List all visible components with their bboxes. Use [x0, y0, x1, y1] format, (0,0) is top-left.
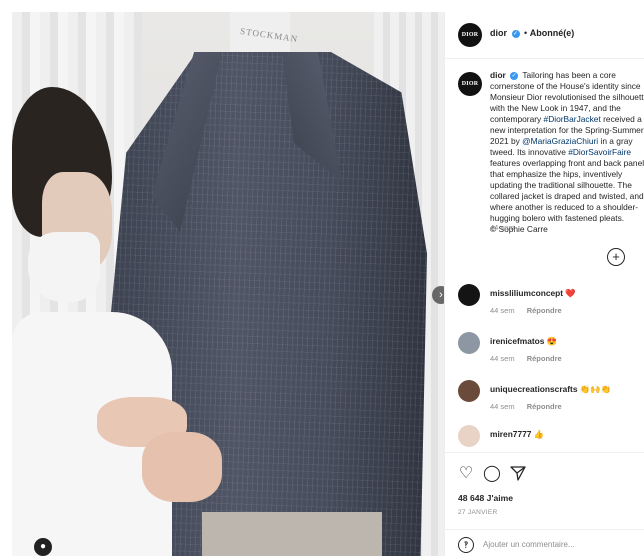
comment-line: missliliumconcept ❤️	[490, 288, 576, 299]
list-item: uniquecreationscrafts 👏🙌👏 44 sem Répondr…	[458, 380, 644, 420]
comment-username[interactable]: miren7777	[490, 429, 531, 439]
heart-icon[interactable]: ♡	[457, 465, 475, 483]
caption-username[interactable]: dior	[490, 70, 506, 80]
comment-username[interactable]: irenicefmatos	[490, 336, 544, 346]
comment-line: irenicefmatos 😍	[490, 336, 557, 347]
hashtag-link[interactable]: #DiorBarJacket	[544, 114, 601, 124]
post-date: 27 JANVIER	[458, 509, 498, 516]
comment-icon[interactable]: ◯	[483, 465, 501, 483]
avatar[interactable]	[458, 284, 480, 306]
comment-meta: 44 sem Répondre	[490, 354, 572, 363]
reply-button[interactable]: Répondre	[527, 402, 562, 411]
mannequin-trousers	[202, 512, 382, 556]
comments-panel: DIOR dior ✓ • Abonné(e) DIOR dior ✓ Tail…	[444, 12, 644, 556]
seamstress-hand-scissors	[142, 432, 222, 502]
comment-time[interactable]: 44 sem	[490, 402, 515, 411]
comment-username[interactable]: missliliumconcept	[490, 288, 563, 298]
comment-meta: 44 sem Répondre	[490, 402, 572, 411]
add-comment-bar: ‽	[445, 529, 644, 556]
header-separator: •	[524, 28, 528, 38]
post-window: STOCKMAN › ● DIOR dior ✓ • Abonné(e) DIO…	[0, 0, 644, 556]
comment-emoji: 😍	[546, 336, 558, 346]
chevron-right-icon[interactable]: ›	[432, 286, 444, 304]
load-more-comments-icon[interactable]: +	[607, 248, 625, 266]
reply-button[interactable]: Répondre	[527, 306, 562, 315]
verified-icon: ✓	[510, 71, 519, 80]
avatar[interactable]	[458, 332, 480, 354]
header-username[interactable]: dior	[490, 28, 507, 38]
seamstress-mask	[28, 232, 100, 302]
comment-meta: 44 sem Répondre	[490, 306, 572, 315]
comment-time[interactable]: 44 sem	[490, 306, 515, 315]
post-photo[interactable]: STOCKMAN › ●	[12, 12, 444, 556]
avatar[interactable]	[458, 425, 480, 447]
comment-time[interactable]: 44 sem	[490, 354, 515, 363]
emoji-icon[interactable]: ‽	[458, 537, 474, 553]
post-actions: ♡ ◯ 48 648 J'aime 27 JANVIER ‽	[445, 452, 644, 556]
comment-emoji: 👍	[533, 429, 545, 439]
header-user-line: dior ✓ • Abonné(e)	[490, 28, 574, 38]
avatar[interactable]	[458, 380, 480, 402]
share-icon[interactable]	[509, 465, 527, 483]
follow-status[interactable]: Abonné(e)	[530, 28, 575, 38]
user-tag-icon[interactable]: ●	[34, 538, 52, 556]
caption-time: 44 sem	[490, 223, 515, 232]
comment-emoji: ❤️	[565, 288, 576, 298]
caption-text-4: features overlapping front and back pane…	[490, 158, 644, 223]
comment-line: miren7777 👍	[490, 429, 544, 440]
reply-button[interactable]: Répondre	[527, 354, 562, 363]
comment-emoji: 👏🙌👏	[579, 384, 612, 394]
likes-count[interactable]: 48 648 J'aime	[458, 493, 513, 503]
post-header: DIOR dior ✓ • Abonné(e)	[445, 12, 644, 59]
comment-username[interactable]: uniquecreationscrafts	[490, 384, 578, 394]
mention-link[interactable]: @MariaGraziaChiuri	[522, 136, 598, 146]
caption-avatar[interactable]: DIOR	[458, 72, 482, 96]
avatar[interactable]: DIOR	[458, 23, 482, 47]
comment-line: uniquecreationscrafts 👏🙌👏	[490, 384, 611, 395]
list-item: missliliumconcept ❤️ 44 sem Répondre	[458, 284, 644, 324]
share-icon-graphic	[510, 466, 526, 481]
verified-icon: ✓	[511, 29, 520, 38]
hashtag-link[interactable]: #DiorSavoirFaire	[568, 147, 631, 157]
comment-input[interactable]	[483, 536, 638, 552]
caption-text: dior ✓ Tailoring has been a core corners…	[490, 70, 644, 235]
list-item: irenicefmatos 😍 44 sem Répondre	[458, 332, 644, 372]
